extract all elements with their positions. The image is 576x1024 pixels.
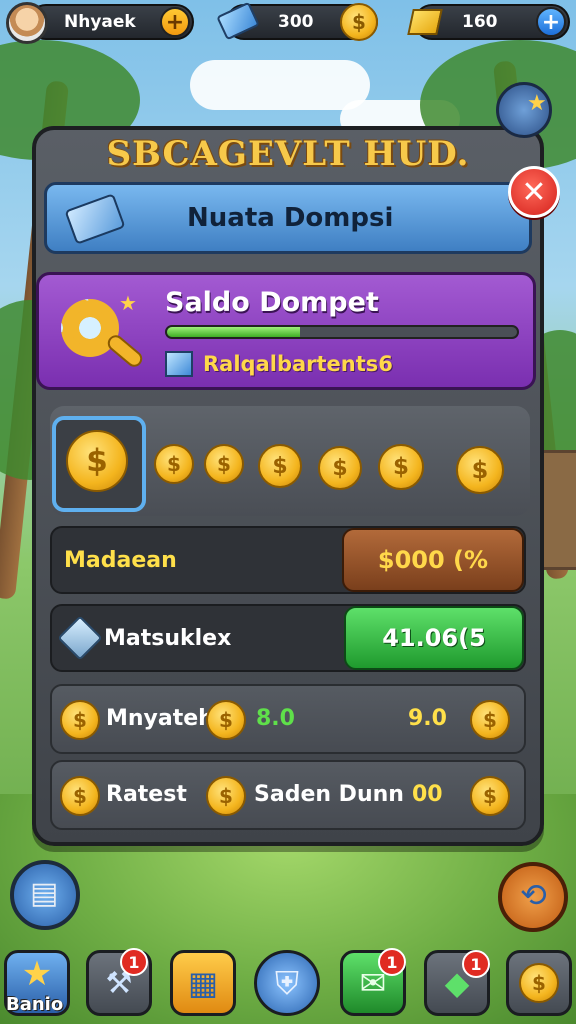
gem-ticket-icon	[216, 1, 260, 41]
gold-value: 160	[462, 12, 498, 32]
coin-icon[interactable]: $	[470, 776, 510, 816]
add-player-button[interactable]: +	[160, 7, 190, 37]
coin-option-1[interactable]: $	[66, 430, 128, 492]
player-name: Nhyaek	[64, 12, 136, 32]
top-resource-bar: Nhyaek + 300 $ 160 +	[0, 0, 576, 44]
map-icon: ▤	[30, 876, 59, 911]
shield-icon: ⛨	[274, 963, 299, 1002]
coin-option-2[interactable]: $	[154, 444, 194, 484]
player-avatar[interactable]	[6, 2, 48, 44]
map-ticket-button[interactable]: ▤	[10, 860, 80, 930]
nav-chest-button[interactable]: ▦	[170, 950, 236, 1016]
coin-icon[interactable]: $	[470, 700, 510, 740]
diamond-gem-icon	[57, 615, 103, 661]
panel-title: SBCAGEVLT HUD.	[106, 134, 470, 174]
coin-icon: $	[60, 776, 100, 816]
wallet-balance-card: ★ Saldo Dompet Ralqalbartents6	[36, 272, 536, 390]
close-button[interactable]: ✕	[508, 166, 560, 218]
header-banner: Nuata Dompsi	[44, 182, 532, 254]
swap-button[interactable]: ⟲	[498, 862, 568, 932]
coin-icon: $	[60, 700, 100, 740]
wallet-sub-label: Ralqalbartents6	[203, 352, 393, 376]
notification-badge: 1	[462, 950, 490, 978]
stat-2-right: 00	[412, 782, 443, 807]
chest-icon: ▦	[187, 964, 219, 1002]
wallet-progress-fill	[167, 327, 300, 337]
row-1-label: Madaean	[64, 548, 177, 573]
diamond-icon	[165, 351, 193, 377]
stat-row-1: $ Mnyateh $ 8.0 9.0 $	[50, 684, 526, 754]
gold-pill: 160 +	[407, 4, 570, 40]
wallet-progress-bar	[165, 325, 519, 339]
stat-1-right: 9.0	[408, 706, 447, 731]
add-gold-button[interactable]: +	[536, 7, 566, 37]
stat-1-mid: 8.0	[256, 706, 295, 731]
gold-bar-icon	[407, 9, 443, 35]
nav-shield-button[interactable]: ⛨	[254, 950, 320, 1016]
row-1-button[interactable]: $000 (%	[342, 528, 524, 592]
ticket-star-icon[interactable]	[496, 82, 552, 138]
coin-option-4[interactable]: $	[258, 444, 302, 488]
coin-option-5[interactable]: $	[318, 446, 362, 490]
gear-magnifier-icon: ★	[57, 291, 146, 377]
notification-badge: 1	[120, 948, 148, 976]
stat-2-left: Ratest	[106, 782, 187, 807]
stat-2-mid: Saden Dunn	[254, 782, 404, 807]
coin-option-3[interactable]: $	[204, 444, 244, 484]
coin-icon: $	[519, 963, 559, 1003]
player-name-pill: Nhyaek +	[28, 4, 194, 40]
gems-pill: 300 $	[216, 1, 378, 41]
action-row-2: Matsuklex 41.06(5	[50, 604, 526, 672]
gems-value: 300	[278, 12, 314, 32]
notification-badge: 1	[378, 948, 406, 976]
nav-coin-button[interactable]: $	[506, 950, 572, 1016]
stat-row-2: $ Ratest $ Saden Dunn 00 $	[50, 760, 526, 830]
wallet-title: Saldo Dompet	[165, 287, 379, 318]
row-2-button[interactable]: 41.06(5	[344, 606, 524, 670]
header-label: Nuata Dompsi	[187, 203, 394, 233]
coin-option-7[interactable]: $	[456, 446, 504, 494]
stat-1-left: Mnyateh	[106, 706, 214, 731]
star-icon: ★	[21, 954, 53, 994]
row-2-label: Matsuklex	[104, 626, 232, 651]
coin-option-6[interactable]: $	[378, 444, 424, 490]
action-row-1: Madaean $000 (%	[50, 526, 526, 594]
nav-star-label: Banio	[6, 994, 64, 1015]
coin-icon: $	[206, 776, 246, 816]
coin-icon[interactable]: $	[340, 3, 378, 41]
coin-icon: $	[206, 700, 246, 740]
ticket-icon	[64, 193, 126, 245]
swap-icon: ⟲	[520, 876, 547, 914]
